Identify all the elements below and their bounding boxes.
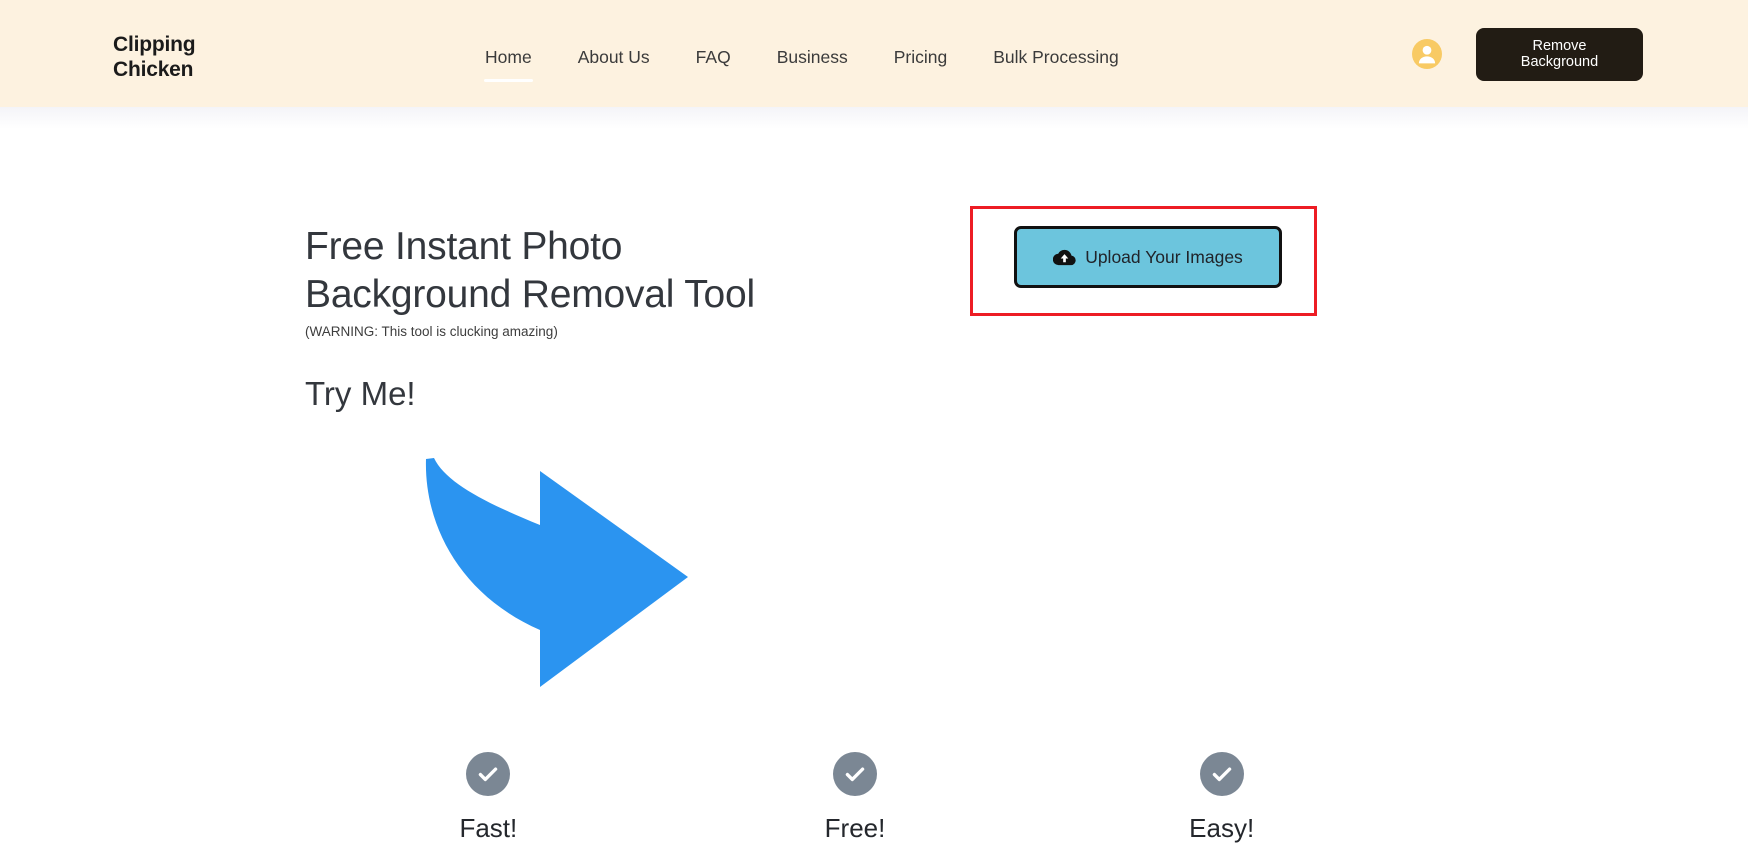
user-avatar-icon[interactable] [1412,39,1442,69]
main-navigation: Home About Us FAQ Business Pricing Bulk … [462,44,1142,82]
site-header: Clipping Chicken Home About Us FAQ Busin… [0,0,1748,107]
nav-item-faq[interactable]: FAQ [673,44,754,70]
check-circle-icon [1199,752,1244,796]
feature-item: Fast! [305,752,672,844]
feature-item: Easy! [1038,752,1405,844]
site-logo[interactable]: Clipping Chicken [113,33,196,82]
page-title-line-1: Free Instant Photo [305,225,623,268]
feature-label: Free! [824,813,886,843]
page-subtitle: (WARNING: This tool is clucking amazing) [305,324,558,339]
curved-right-arrow-icon [420,455,740,690]
nav-item-about-us[interactable]: About Us [555,44,673,70]
logo-line-2: Chicken [113,57,194,81]
remove-background-button[interactable]: Remove Background [1476,28,1643,81]
cloud-upload-icon [1053,248,1076,267]
nav-item-business[interactable]: Business [754,44,871,70]
header-shadow [0,107,1748,129]
page-title: Free Instant Photo Background Removal To… [305,223,945,318]
nav-item-bulk-processing[interactable]: Bulk Processing [970,44,1141,70]
nav-item-home[interactable]: Home [462,44,555,82]
upload-your-images-button[interactable]: Upload Your Images [1014,226,1282,288]
feature-label: Easy! [1189,813,1255,843]
remove-background-label-line-2: Background [1520,53,1599,70]
feature-list: Fast! Free! Easy! [305,752,1405,844]
logo-line-1: Clipping [113,33,196,56]
try-me-heading: Try Me! [305,375,416,412]
page-title-line-2: Background Removal Tool [305,272,755,316]
page-root: Clipping Chicken Home About Us FAQ Busin… [0,0,1748,856]
upload-button-label: Upload Your Images [1085,246,1243,267]
feature-label: Fast! [459,813,518,843]
check-circle-icon [466,752,511,796]
check-circle-icon [833,752,877,796]
nav-item-pricing[interactable]: Pricing [871,44,971,70]
remove-background-label-line-1: Remove [1532,37,1587,54]
feature-item: Free! [672,752,1039,844]
